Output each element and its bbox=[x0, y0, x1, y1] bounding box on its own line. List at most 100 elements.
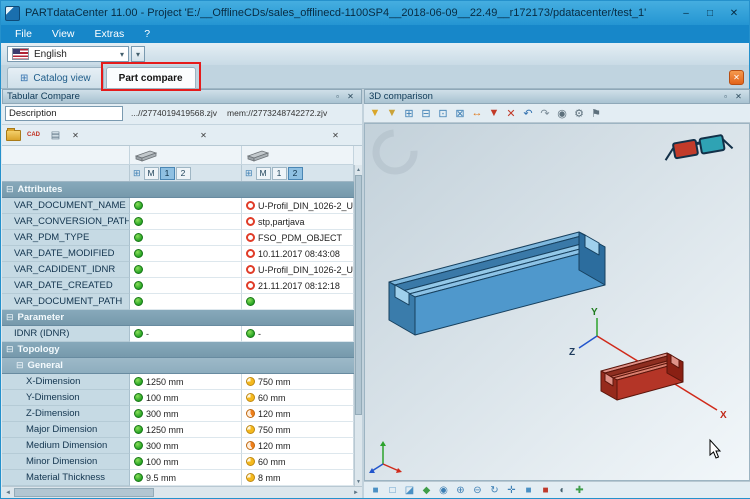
compare-row[interactable]: Major Dimension 1250 mm 750 mm bbox=[2, 422, 354, 438]
compare-row[interactable]: VAR_CONVERSION_PATH stp,partjava bbox=[2, 214, 354, 230]
vertical-scrollbar[interactable]: ▲ ▼ bbox=[354, 165, 362, 486]
compare-row[interactable]: Minor Dimension 100 mm 60 mm bbox=[2, 454, 354, 470]
tabular-compare-header: Tabular Compare ▫ ✕ bbox=[2, 89, 362, 104]
part2-thumbnail[interactable] bbox=[242, 146, 354, 164]
collapse-icon[interactable]: ⊟ bbox=[6, 344, 14, 355]
filter-edit-icon[interactable]: ▼ bbox=[384, 105, 400, 121]
compare-table-icon[interactable]: ⊞ bbox=[401, 105, 417, 121]
remove-part1-button[interactable]: ✕ bbox=[196, 128, 211, 142]
part1-visibility-icon[interactable]: ■ bbox=[521, 483, 536, 497]
compare-row[interactable]: VAR_DATE_MODIFIED 10.11.2017 08:43:08 bbox=[2, 246, 354, 262]
dock-float-icon[interactable]: ▫ bbox=[331, 91, 344, 103]
group-row-attributes[interactable]: ⊟ Attributes bbox=[2, 182, 354, 198]
row-label: X-Dimension bbox=[2, 374, 130, 390]
open-file-button[interactable] bbox=[6, 127, 21, 142]
compare-row[interactable]: VAR_DATE_CREATED 21.11.2017 08:12:18 bbox=[2, 278, 354, 294]
shaded-view-icon[interactable]: ■ bbox=[368, 483, 383, 497]
maximize-button[interactable]: □ bbox=[699, 5, 721, 22]
clear-filter-icon[interactable]: ✕ bbox=[503, 105, 519, 121]
value-cell-part2 bbox=[242, 294, 354, 310]
settings-gear-icon[interactable]: ⚙ bbox=[571, 105, 587, 121]
part2-master-toggle[interactable]: M bbox=[255, 166, 271, 180]
horizontal-scroll-thumb[interactable] bbox=[14, 488, 154, 497]
description-input[interactable] bbox=[5, 106, 123, 121]
compare-row[interactable]: VAR_PDM_TYPE FSO_PDM_OBJECT bbox=[2, 230, 354, 246]
menu-view[interactable]: View bbox=[42, 28, 85, 40]
viewer-toolbar-top: ▼ ▼ ⊞ ⊟ ⊡ ⊠ ↔ ▼ ✕ ↶ ↷ ◉ ⚙ ⚑ bbox=[364, 104, 750, 123]
select-mapping-icon[interactable]: ⊡ bbox=[435, 105, 451, 121]
language-dropdown-button[interactable]: ▾ bbox=[131, 46, 145, 62]
compare-row[interactable]: Material Thickness 9.5 mm 8 mm bbox=[2, 470, 354, 486]
zoom-fit-icon[interactable]: ◉ bbox=[436, 483, 451, 497]
status-green-icon bbox=[134, 425, 143, 434]
collapse-icon[interactable]: ⊟ bbox=[16, 360, 24, 371]
group-row-general[interactable]: ⊟ General bbox=[2, 358, 354, 374]
menu-file[interactable]: File bbox=[5, 28, 42, 40]
3d-viewport[interactable]: X Y Z bbox=[364, 123, 750, 481]
part1-col1-toggle[interactable]: 1 bbox=[159, 166, 175, 180]
horizontal-scrollbar[interactable]: ◄ ► bbox=[2, 486, 362, 498]
dock-float-icon[interactable]: ▫ bbox=[719, 91, 732, 103]
horizontal-scroll-track[interactable] bbox=[14, 487, 350, 498]
part2-col2-toggle[interactable]: 2 bbox=[287, 166, 303, 180]
close-compare-button[interactable]: ✕ bbox=[68, 128, 83, 142]
scroll-left-icon[interactable]: ◄ bbox=[2, 487, 14, 498]
close-button[interactable]: ✕ bbox=[723, 5, 745, 22]
tab-part-compare[interactable]: Part compare bbox=[105, 67, 196, 88]
print-button[interactable]: ▤ bbox=[48, 128, 63, 142]
wireframe-view-icon[interactable]: □ bbox=[385, 483, 400, 497]
collapse-icon[interactable]: ⊟ bbox=[6, 184, 14, 195]
compare-row[interactable]: Medium Dimension 300 mm 120 mm bbox=[2, 438, 354, 454]
part1-master-toggle[interactable]: M bbox=[143, 166, 159, 180]
redo-icon[interactable]: ↷ bbox=[537, 105, 553, 121]
swap-parts-icon[interactable]: ↔ bbox=[469, 105, 485, 121]
part1-thumbnail[interactable] bbox=[130, 146, 242, 164]
filter-rows-icon[interactable]: ▼ bbox=[486, 105, 502, 121]
rotate-view-icon[interactable]: ↻ bbox=[487, 483, 502, 497]
perspective-view-icon[interactable]: ◆ bbox=[419, 483, 434, 497]
compare-row[interactable]: Z-Dimension 300 mm 120 mm bbox=[2, 406, 354, 422]
group-row-topology[interactable]: ⊟ Topology bbox=[2, 342, 354, 358]
compare-row[interactable]: Y-Dimension 100 mm 60 mm bbox=[2, 390, 354, 406]
dock-close-icon[interactable]: ✕ bbox=[732, 91, 745, 103]
menu-extras[interactable]: Extras bbox=[85, 28, 135, 40]
zoom-out-icon[interactable]: ⊖ bbox=[470, 483, 485, 497]
compare-row[interactable]: VAR_DOCUMENT_NAME U-Profil_DIN_1026-2_U..… bbox=[2, 198, 354, 214]
cad-export-button[interactable]: CAD bbox=[26, 128, 41, 142]
value-text: 21.11.2017 08:12:18 bbox=[258, 280, 340, 291]
highlight-differences-icon[interactable]: ⊠ bbox=[452, 105, 468, 121]
pan-view-icon[interactable]: ✛ bbox=[504, 483, 519, 497]
scroll-down-icon[interactable]: ▼ bbox=[355, 477, 362, 486]
anaglyph-view-icon[interactable]: ◐ bbox=[555, 483, 570, 497]
menu-help[interactable]: ? bbox=[134, 28, 160, 40]
compare-row[interactable]: VAR_DOCUMENT_PATH bbox=[2, 294, 354, 310]
dock-close-icon[interactable]: ✕ bbox=[344, 91, 357, 103]
language-select[interactable]: English ▾ bbox=[7, 46, 129, 62]
vertical-scroll-thumb[interactable] bbox=[355, 175, 362, 415]
undo-icon[interactable]: ↶ bbox=[520, 105, 536, 121]
hidden-line-view-icon[interactable]: ◪ bbox=[402, 483, 417, 497]
status-green-icon bbox=[134, 217, 143, 226]
part1-col2-toggle[interactable]: 2 bbox=[175, 166, 191, 180]
axes-toggle-icon[interactable]: ✚ bbox=[572, 483, 587, 497]
close-tab-button[interactable]: ✕ bbox=[729, 70, 744, 85]
value-text: 120 mm bbox=[258, 440, 291, 451]
minimize-button[interactable]: – bbox=[675, 5, 697, 22]
remove-part2-button[interactable]: ✕ bbox=[328, 128, 343, 142]
scroll-right-icon[interactable]: ► bbox=[350, 487, 362, 498]
compare-row[interactable]: X-Dimension 1250 mm 750 mm bbox=[2, 374, 354, 390]
compare-merge-icon[interactable]: ⊟ bbox=[418, 105, 434, 121]
part2-col1-toggle[interactable]: 1 bbox=[271, 166, 287, 180]
part2-visibility-icon[interactable]: ■ bbox=[538, 483, 553, 497]
row-label: VAR_CONVERSION_PATH bbox=[2, 214, 130, 230]
compare-row[interactable]: VAR_CADIDENT_IDNR U-Profil_DIN_1026-2_U..… bbox=[2, 262, 354, 278]
scroll-up-icon[interactable]: ▲ bbox=[355, 165, 362, 174]
snapshot-icon[interactable]: ◉ bbox=[554, 105, 570, 121]
compare-row[interactable]: IDNR (IDNR) - - bbox=[2, 326, 354, 342]
tab-catalog-view[interactable]: ⊞ Catalog view bbox=[7, 67, 104, 88]
collapse-icon[interactable]: ⊟ bbox=[6, 312, 14, 323]
pin-view-icon[interactable]: ⚑ bbox=[588, 105, 604, 121]
zoom-in-icon[interactable]: ⊕ bbox=[453, 483, 468, 497]
group-row-parameter[interactable]: ⊟ Parameter bbox=[2, 310, 354, 326]
filter-settings-icon[interactable]: ▼ bbox=[367, 105, 383, 121]
